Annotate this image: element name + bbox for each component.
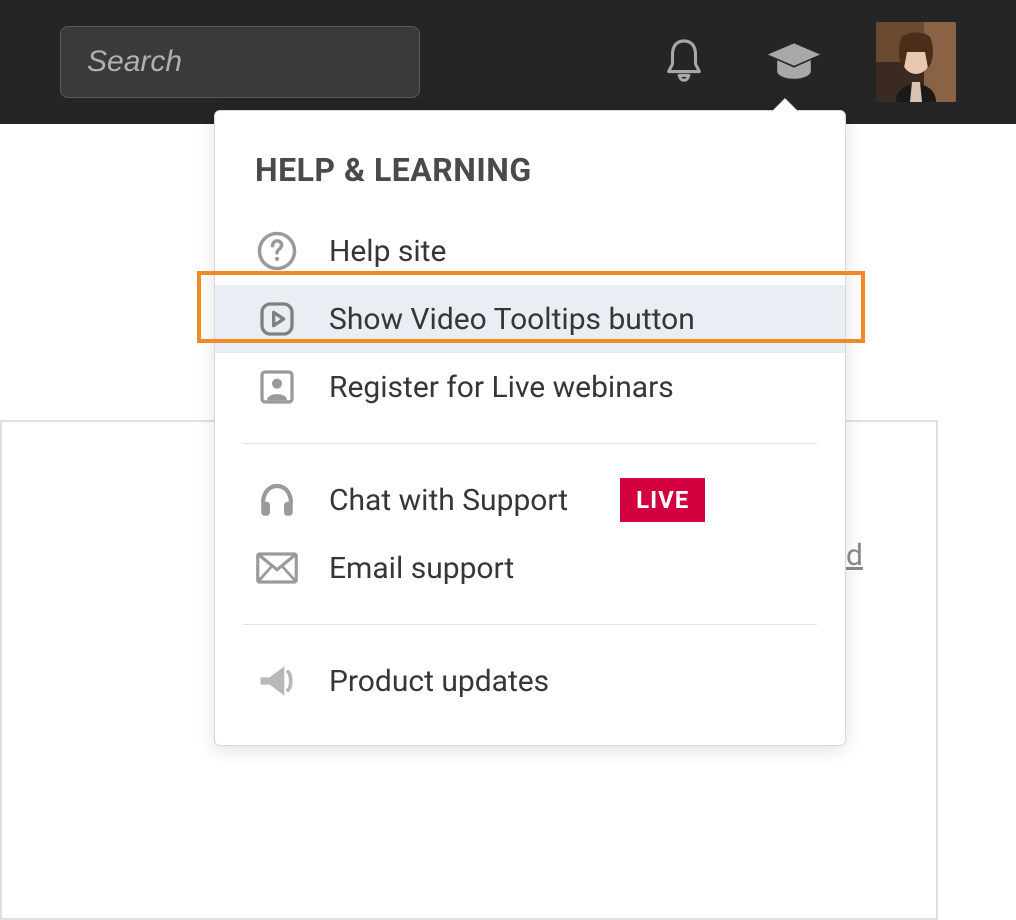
help-learning-dropdown: HELP & LEARNING Help site Show Video Too… xyxy=(214,110,846,746)
menu-item-email-support[interactable]: Email support xyxy=(215,534,845,602)
menu-item-label: Help site xyxy=(329,234,446,269)
menu-item-webinars[interactable]: Register for Live webinars xyxy=(215,353,845,421)
menu-item-product-updates[interactable]: Product updates xyxy=(215,647,845,715)
dropdown-title: HELP & LEARNING xyxy=(215,151,845,217)
play-square-icon xyxy=(255,297,299,341)
bell-icon xyxy=(661,37,707,87)
live-badge: LIVE xyxy=(620,478,705,522)
envelope-icon xyxy=(255,546,299,590)
content-area: d HELP & LEARNING Help site Show Video T… xyxy=(0,124,1016,872)
headphones-icon xyxy=(255,478,299,522)
menu-item-label: Chat with Support xyxy=(329,483,568,518)
user-avatar[interactable] xyxy=(876,22,956,102)
top-bar xyxy=(0,0,1016,124)
menu-item-help-site[interactable]: Help site xyxy=(215,217,845,285)
menu-item-label: Register for Live webinars xyxy=(329,370,674,405)
megaphone-icon xyxy=(255,659,299,703)
dropdown-menu: Help site Show Video Tooltips button Reg… xyxy=(215,217,845,715)
menu-item-video-tooltips[interactable]: Show Video Tooltips button xyxy=(215,285,845,353)
menu-item-chat-support[interactable]: Chat with Support LIVE xyxy=(215,466,845,534)
menu-item-label: Show Video Tooltips button xyxy=(329,302,695,337)
background-partial-link[interactable]: d xyxy=(846,538,863,573)
menu-separator xyxy=(243,624,817,625)
person-frame-icon xyxy=(255,365,299,409)
graduation-cap-icon xyxy=(766,39,822,85)
menu-item-label: Product updates xyxy=(329,664,549,699)
menu-item-label: Email support xyxy=(329,551,514,586)
menu-separator xyxy=(243,443,817,444)
notifications-button[interactable] xyxy=(656,34,712,90)
search-input[interactable] xyxy=(61,27,420,97)
help-circle-icon xyxy=(255,229,299,273)
avatar-image xyxy=(876,22,956,102)
search-box[interactable] xyxy=(60,26,420,98)
help-learning-button[interactable] xyxy=(766,34,822,90)
topbar-right xyxy=(656,22,956,102)
